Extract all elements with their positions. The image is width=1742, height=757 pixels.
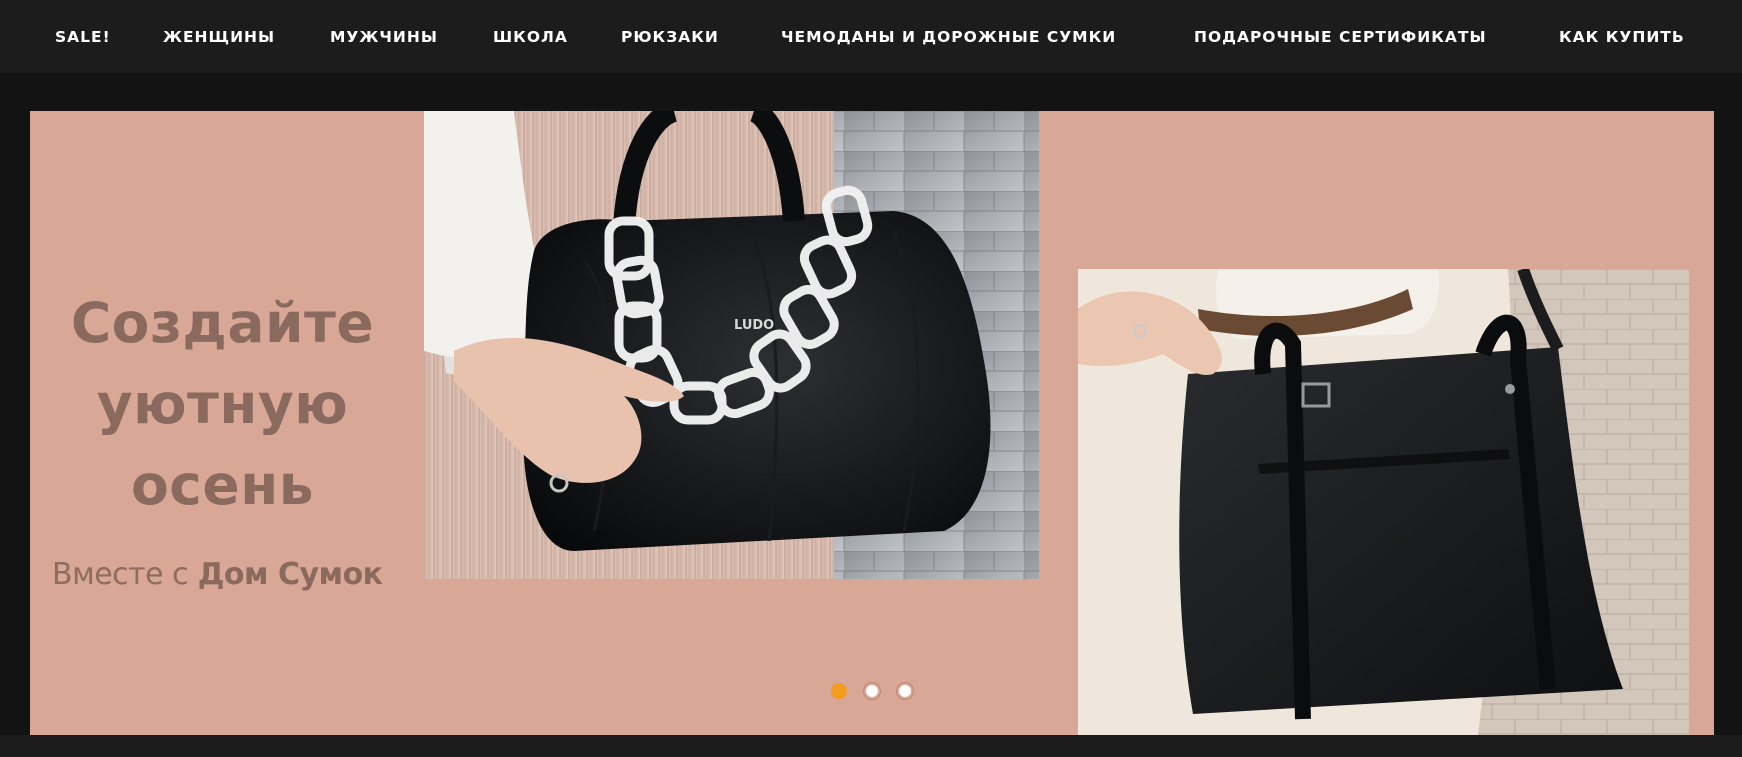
slider-dot-3-icon[interactable] xyxy=(897,683,913,699)
hero-title-line-1: Создайте xyxy=(70,291,375,355)
slider-dot-1-icon[interactable] xyxy=(831,683,847,699)
hero-subtitle-brand: Дом Сумок xyxy=(197,557,383,592)
nav-item-gift-cards[interactable]: ПОДАРОЧНЫЕ СЕРТИФИКАТЫ xyxy=(1194,0,1487,73)
nav-item-how-to-buy[interactable]: КАК КУПИТЬ xyxy=(1559,0,1685,73)
bag-brand-stamp: LUDO xyxy=(734,318,774,333)
hero-subtitle-prefix: Вместе с xyxy=(52,557,189,592)
nav-item-women[interactable]: ЖЕНЩИНЫ xyxy=(163,0,275,73)
nav-item-backpacks[interactable]: РЮКЗАКИ xyxy=(621,0,719,73)
hero-title: Создайте уютную осень xyxy=(50,283,395,526)
top-navigation: SALE! ЖЕНЩИНЫ МУЖЧИНЫ ШКОЛА РЮКЗАКИ ЧЕМО… xyxy=(0,0,1742,73)
slider-dot-2-icon[interactable] xyxy=(864,683,880,699)
hero-photo-chain-bag: LUDO xyxy=(424,111,1039,579)
nav-item-sale[interactable]: SALE! xyxy=(55,0,111,73)
page-bottom-strip xyxy=(0,735,1742,757)
nav-item-suitcases[interactable]: ЧЕМОДАНЫ И ДОРОЖНЫЕ СУМКИ xyxy=(781,0,1116,73)
hero-slider[interactable]: Создайте уютную осень Вместе с Дом Сумок xyxy=(30,111,1714,735)
hero-title-line-2: уютную xyxy=(96,372,349,436)
slider-pagination xyxy=(831,683,943,699)
nav-item-school[interactable]: ШКОЛА xyxy=(493,0,568,73)
hero-photo-tote-bag xyxy=(1078,269,1689,735)
hero-title-line-3: осень xyxy=(131,453,314,517)
hero-subtitle: Вместе с Дом Сумок xyxy=(52,555,397,595)
nav-item-men[interactable]: МУЖЧИНЫ xyxy=(330,0,438,73)
